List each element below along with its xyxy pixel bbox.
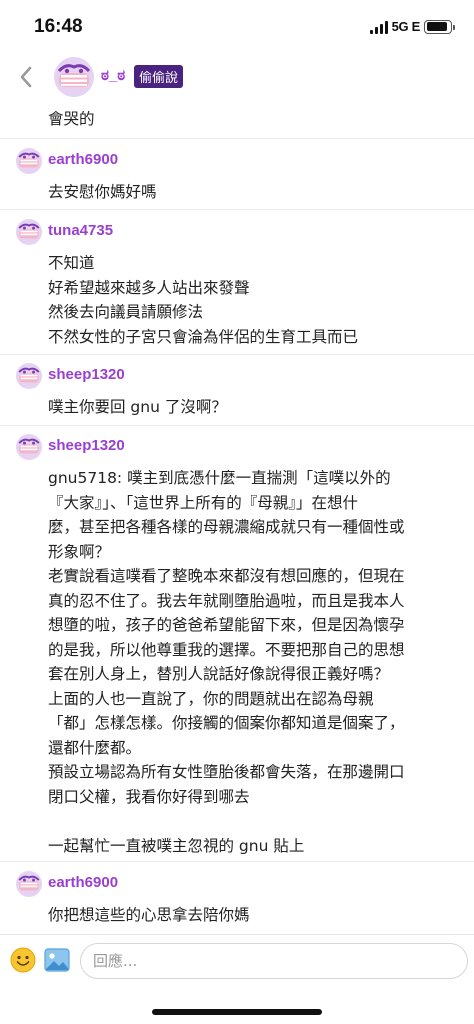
reply-line: 好希望越來越多人站出來發聲 <box>48 278 250 297</box>
user-avatar[interactable] <box>16 871 42 897</box>
partial-reply-text: 會哭的 <box>48 110 95 128</box>
reply-line: 然後去向議員請願修法 <box>48 303 204 321</box>
status-time: 16:48 <box>34 16 83 37</box>
reply-username[interactable]: earth6900 <box>48 151 118 168</box>
reply-divider <box>0 425 474 426</box>
reply-content: 噗主你要回 gnu 了沒啊？ <box>48 395 458 420</box>
plurk-header: ಠ_ಠ 偷偷說 <box>0 52 474 102</box>
image-icon[interactable] <box>44 948 70 972</box>
reply-content: 不知道 好希望越來越多人站出來發聲 然後去向議員請願修法 不然女性的子宮只會淪為… <box>48 251 458 349</box>
reply-line: 的是我，所以他尊重我的選擇。不要把那自己的思想 <box>48 640 405 659</box>
author-avatar[interactable] <box>54 57 94 97</box>
reply-divider <box>0 138 474 139</box>
status-indicators: 5G E <box>369 19 455 34</box>
reply-line: 想墮的啦，孩子的爸爸希望能留下來，但是因為懷孕 <box>48 616 405 634</box>
reply-content: 去安慰你媽好嗎 <box>48 180 458 205</box>
reply-line: 還都什麼都。 <box>48 738 142 757</box>
reply-line <box>48 809 458 834</box>
battery-icon <box>424 19 455 34</box>
reply-line: 上面的人也一直說了，你的問題就出在認為母親 <box>48 689 374 708</box>
signal-icon <box>369 20 388 34</box>
reply-line: gnu5718: 噗主到底憑什麼一直揣測「這噗以外的 <box>48 469 391 487</box>
reply-line: 噗主你要回 gnu 了沒啊？ <box>48 398 227 416</box>
reply-content: 你把想這些的心思拿去陪你媽 <box>48 903 458 928</box>
reply-divider <box>0 861 474 862</box>
reply-line: 不知道 <box>48 254 95 272</box>
reply-line: 一起幫忙一直被噗主忽視的 gnu 貼上 <box>48 836 305 855</box>
reply-line: 閉口父權，我看你好得到哪去 <box>48 787 250 806</box>
reply-divider <box>0 209 474 210</box>
reply-line: 去安慰你媽好嗎 <box>48 183 157 201</box>
reply-line: 『大家』」、「這世界上所有的『母親』」在想什 <box>48 493 359 512</box>
reply-line: 麼，甚至把各種各樣的母親濃縮成就只有一種個性或 <box>48 518 405 536</box>
reply-username[interactable]: tuna4735 <box>48 222 113 239</box>
reply-line: 你把想這些的心思拿去陪你媽 <box>48 906 250 924</box>
reply-input[interactable] <box>80 943 468 979</box>
reply-divider <box>0 354 474 355</box>
network-label: 5G E <box>391 19 421 34</box>
reply-line: 真的忍不住了。我去年就剛墮胎過啦，而且是我本人 <box>48 591 405 610</box>
author-name[interactable]: ಠ_ಠ <box>101 67 125 84</box>
reply-composer <box>0 934 474 1024</box>
reply-content: gnu5718: 噗主到底憑什麼一直揣測「這噗以外的 『大家』」、「這世界上所有… <box>48 466 458 858</box>
user-avatar[interactable] <box>16 148 42 174</box>
reply-line: 套在別人身上，替別人說話好像說得很正義好嗎？ <box>48 665 390 683</box>
qualifier-badge: 偷偷說 <box>134 65 184 88</box>
reply-username[interactable]: sheep1320 <box>48 437 125 454</box>
user-avatar[interactable] <box>16 434 42 460</box>
reply-line: 老實說看這噗看了整晚本來都沒有想回應的，但現在 <box>48 567 405 585</box>
home-indicator[interactable] <box>152 1009 322 1015</box>
user-avatar[interactable] <box>16 219 42 245</box>
status-bar: 16:48 5G E <box>0 0 474 52</box>
chevron-left-icon <box>20 66 32 88</box>
reply-line: 不然女性的子宮只會淪為伴侶的生育工具而已 <box>48 327 359 346</box>
emoji-icon[interactable] <box>10 947 36 973</box>
responses-feed: 會哭的 earth6900 去安慰你媽好嗎 tuna4735 不知道 好希望越來… <box>0 102 474 934</box>
reply-line: 形象啊？ <box>48 542 111 561</box>
back-button[interactable] <box>12 62 40 92</box>
reply-username[interactable]: earth6900 <box>48 874 118 891</box>
user-avatar[interactable] <box>16 363 42 389</box>
reply-line: 「都」怎樣怎樣。你接觸的個案你都知道是個案了， <box>48 714 405 732</box>
reply-username[interactable]: sheep1320 <box>48 366 125 383</box>
reply-line: 預設立場認為所有女性墮胎後都會失落，在那邊開口 <box>48 763 405 781</box>
